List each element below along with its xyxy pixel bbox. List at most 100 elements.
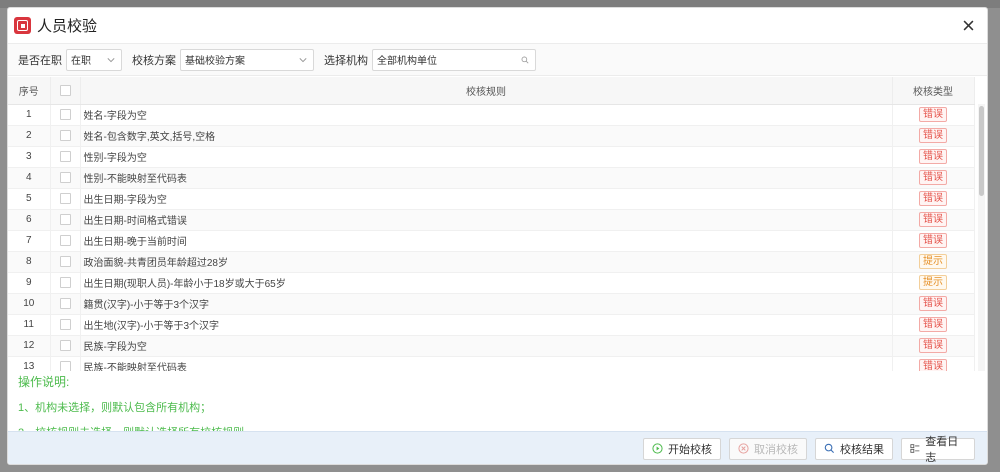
scheme-filter-label: 校核方案 [132,54,176,67]
table-row[interactable]: 1 姓名-字段为空 错误 [8,104,975,126]
check-type-badge: 错误 [919,338,947,353]
row-checkbox[interactable] [59,171,71,183]
row-number: 7 [8,230,51,252]
rule-cell: 性别-字段为空 [80,146,893,168]
check-type-badge: 提示 [919,254,947,269]
header-no: 序号 [8,77,51,105]
row-checkbox[interactable] [59,360,71,371]
rule-cell: 民族-不能映射至代码表 [80,356,893,371]
table-row[interactable]: 3 性别-字段为空 错误 [8,146,975,168]
row-checkbox[interactable] [59,255,71,267]
row-checkbox-cell [50,314,81,336]
check-result-label: 校核结果 [840,443,884,456]
cancel-check-label: 取消校核 [754,443,798,456]
row-checkbox-cell [50,272,81,294]
rule-cell: 籍贯(汉字)-小于等于3个汉字 [80,293,893,315]
type-cell: 错误 [892,356,975,371]
scheme-select[interactable]: 基础校验方案 [180,48,314,71]
table-row[interactable]: 7 出生日期-晚于当前时间 错误 [8,230,975,252]
rules-table: 序号 校核规则 校核类型 1 姓名-字段为空 错误 2 姓名-包含数字,英文,括号,空格… [8,77,975,371]
table-row[interactable]: 5 出生日期-字段为空 错误 [8,188,975,210]
table-row[interactable]: 11 出生地(汉字)-小于等于3个汉字 错误 [8,314,975,336]
table-row[interactable]: 2 姓名-包含数字,英文,括号,空格 错误 [8,125,975,147]
select-all-cell [50,77,81,105]
type-cell: 错误 [892,188,975,210]
rule-cell: 姓名-包含数字,英文,括号,空格 [80,125,893,147]
rules-table-container: 序号 校核规则 校核类型 1 姓名-字段为空 错误 2 姓名-包含数字,英文,括号,空格… [8,77,987,371]
type-cell: 错误 [892,125,975,147]
row-checkbox[interactable] [59,234,71,246]
type-cell: 提示 [892,272,975,294]
header-rule: 校核规则 [80,77,893,105]
table-row[interactable]: 4 性别-不能映射至代码表 错误 [8,167,975,189]
check-type-badge: 错误 [919,128,947,143]
check-type-badge: 错误 [919,296,947,311]
check-type-badge: 错误 [919,107,947,122]
row-number: 12 [8,335,51,357]
row-checkbox[interactable] [59,318,71,330]
type-cell: 错误 [892,314,975,336]
play-circle-icon [652,443,663,454]
row-checkbox-cell [50,293,81,315]
type-cell: 错误 [892,293,975,315]
org-select-value: 全部机构单位 [377,56,437,67]
check-type-badge: 错误 [919,191,947,206]
start-check-label: 开始校核 [668,443,712,456]
type-cell: 提示 [892,251,975,273]
instructions-line-1: 1、机构未选择，则默认包含所有机构； [18,402,212,414]
table-scrollbar[interactable] [978,104,985,371]
row-number: 5 [8,188,51,210]
row-checkbox[interactable] [59,213,71,225]
close-button[interactable] [959,16,977,34]
dialog-title: 人员校验 [37,18,98,35]
check-result-button[interactable]: 校核结果 [815,437,893,460]
row-checkbox[interactable] [59,276,71,288]
header-type: 校核类型 [892,77,975,105]
rule-cell: 姓名-字段为空 [80,104,893,126]
org-select[interactable]: 全部机构单位 [372,48,536,71]
cancel-check-button[interactable]: 取消校核 [729,437,807,460]
row-checkbox[interactable] [59,192,71,204]
row-checkbox[interactable] [59,108,71,120]
row-checkbox[interactable] [59,150,71,162]
table-row[interactable]: 8 政治面貌-共青团员年龄超过28岁 提示 [8,251,975,273]
row-number: 10 [8,293,51,315]
dialog-titlebar: 人员校验 [8,8,987,44]
check-type-badge: 错误 [919,170,947,185]
row-checkbox[interactable] [59,339,71,351]
dialog-footer: 开始校核 取消校核 校核结果 查看日志 [8,431,987,464]
row-number: 6 [8,209,51,231]
row-number: 2 [8,125,51,147]
row-checkbox[interactable] [59,129,71,141]
type-cell: 错误 [892,209,975,231]
row-checkbox-cell [50,209,81,231]
row-checkbox[interactable] [59,297,71,309]
rule-cell: 民族-字段为空 [80,335,893,357]
rule-cell: 出生日期-字段为空 [80,188,893,210]
start-check-button[interactable]: 开始校核 [643,437,721,460]
status-select[interactable]: 在职 [66,48,122,71]
row-checkbox-cell [50,230,81,252]
row-number: 8 [8,251,51,273]
table-row[interactable]: 13 民族-不能映射至代码表 错误 [8,356,975,371]
table-row[interactable]: 6 出生日期-时间格式错误 错误 [8,209,975,231]
row-number: 13 [8,356,51,371]
table-row[interactable]: 10 籍贯(汉字)-小于等于3个汉字 错误 [8,293,975,315]
chevron-down-icon [107,57,115,62]
table-row[interactable]: 9 出生日期(现职人员)-年龄小于18岁或大于65岁 提示 [8,272,975,294]
status-select-value: 在职 [71,56,91,67]
app-logo-icon [14,17,31,34]
view-log-button[interactable]: 查看日志 [901,436,975,464]
table-row[interactable]: 12 民族-字段为空 错误 [8,335,975,357]
select-all-checkbox[interactable] [59,84,71,96]
row-number: 3 [8,146,51,168]
row-checkbox-cell [50,335,81,357]
search-icon [824,443,835,454]
table-header-row: 序号 校核规则 校核类型 [8,77,975,105]
row-checkbox-cell [50,188,81,210]
scrollbar-thumb[interactable] [979,106,984,196]
row-number: 1 [8,104,51,126]
rule-cell: 出生日期-晚于当前时间 [80,230,893,252]
row-checkbox-cell [50,104,81,126]
row-number: 9 [8,272,51,294]
